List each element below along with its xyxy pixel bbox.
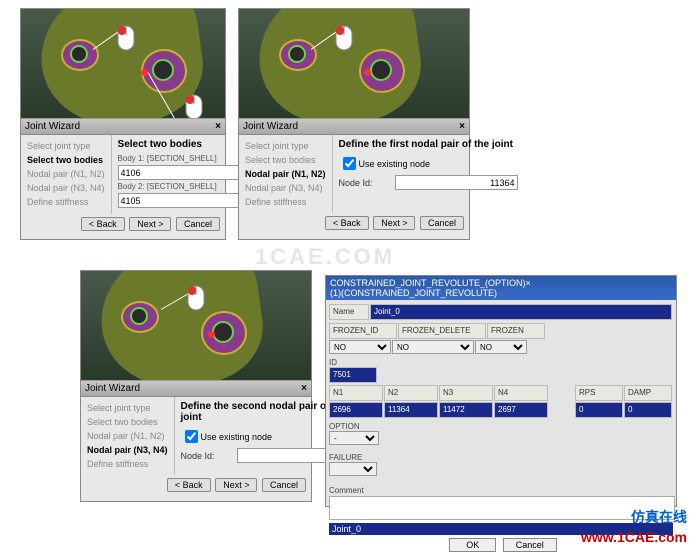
panel-1: Joint Wizard× Select joint type Select t… [20, 8, 226, 240]
use-existing-checkbox[interactable] [185, 430, 198, 443]
wizard-1: Joint Wizard× Select joint type Select t… [21, 118, 225, 239]
panel-heading: Select two bodies [118, 139, 241, 150]
failure-select[interactable] [329, 462, 377, 476]
panel-heading: Define the first nodal pair of the joint [339, 139, 518, 150]
comment-field[interactable] [329, 496, 675, 520]
back-button[interactable]: < Back [325, 216, 369, 230]
n2-cell[interactable]: 11364 [384, 402, 438, 418]
mouse-icon [184, 94, 204, 119]
wizard-2: Joint Wizard× Select joint type Select t… [239, 118, 469, 239]
next-button[interactable]: Next > [215, 478, 257, 492]
next-button[interactable]: Next > [373, 216, 415, 230]
panel-3: Joint Wizard× Select joint type Select t… [80, 270, 312, 502]
cancel-button[interactable]: Cancel [176, 217, 220, 231]
mouse-icon [334, 25, 354, 51]
wizard-title: Joint Wizard× [21, 119, 225, 135]
ok-button[interactable]: OK [449, 538, 496, 552]
cancel-button[interactable]: Cancel [262, 478, 306, 492]
close-icon[interactable]: × [459, 121, 465, 132]
viewport-3 [81, 271, 311, 381]
cancel-button[interactable]: Cancel [420, 216, 464, 230]
next-button[interactable]: Next > [129, 217, 171, 231]
n4-cell[interactable]: 2697 [494, 402, 548, 418]
close-icon[interactable]: × [215, 121, 221, 132]
frozen-delete-select[interactable]: NO [392, 340, 474, 354]
wizard-3: Joint Wizard× Select joint type Select t… [81, 380, 311, 501]
back-button[interactable]: < Back [167, 478, 211, 492]
mouse-icon [116, 25, 136, 51]
brand-url: www.1CAE.com [581, 529, 687, 545]
close-icon[interactable]: × [301, 383, 307, 394]
viewport-1 [21, 9, 225, 119]
brand-cn: 仿真在线 [631, 507, 687, 527]
cancel-button[interactable]: Cancel [503, 538, 557, 552]
node-id-input[interactable] [395, 175, 518, 190]
id-value: 7501 [329, 367, 377, 383]
viewport-2 [239, 9, 469, 119]
kw-title: CONSTRAINED_JOINT_REVOLUTE_(OPTION) (1)(… [326, 276, 676, 300]
watermark: 1CAE.COM [255, 244, 395, 270]
body2-input[interactable] [118, 193, 241, 208]
panel-2: Joint Wizard× Select joint type Select t… [238, 8, 470, 240]
rps-cell[interactable]: 0 [575, 402, 623, 418]
use-existing-checkbox[interactable] [343, 157, 356, 170]
frozen-id-select[interactable]: NO [329, 340, 391, 354]
option-select[interactable]: - [329, 431, 379, 445]
body1-input[interactable] [118, 165, 241, 180]
back-button[interactable]: < Back [81, 217, 125, 231]
n1-cell[interactable]: 2696 [329, 402, 383, 418]
name-value[interactable]: Joint_0 [370, 304, 672, 320]
frozen-select[interactable]: NO [475, 340, 527, 354]
mouse-icon [186, 285, 206, 311]
damp-cell[interactable]: 0 [624, 402, 672, 418]
keyword-dialog: CONSTRAINED_JOINT_REVOLUTE_(OPTION) (1)(… [325, 275, 677, 507]
n3-cell[interactable]: 11472 [439, 402, 493, 418]
close-icon[interactable]: × [526, 278, 672, 298]
wizard-nav: Select joint type Select two bodies Noda… [21, 135, 111, 214]
